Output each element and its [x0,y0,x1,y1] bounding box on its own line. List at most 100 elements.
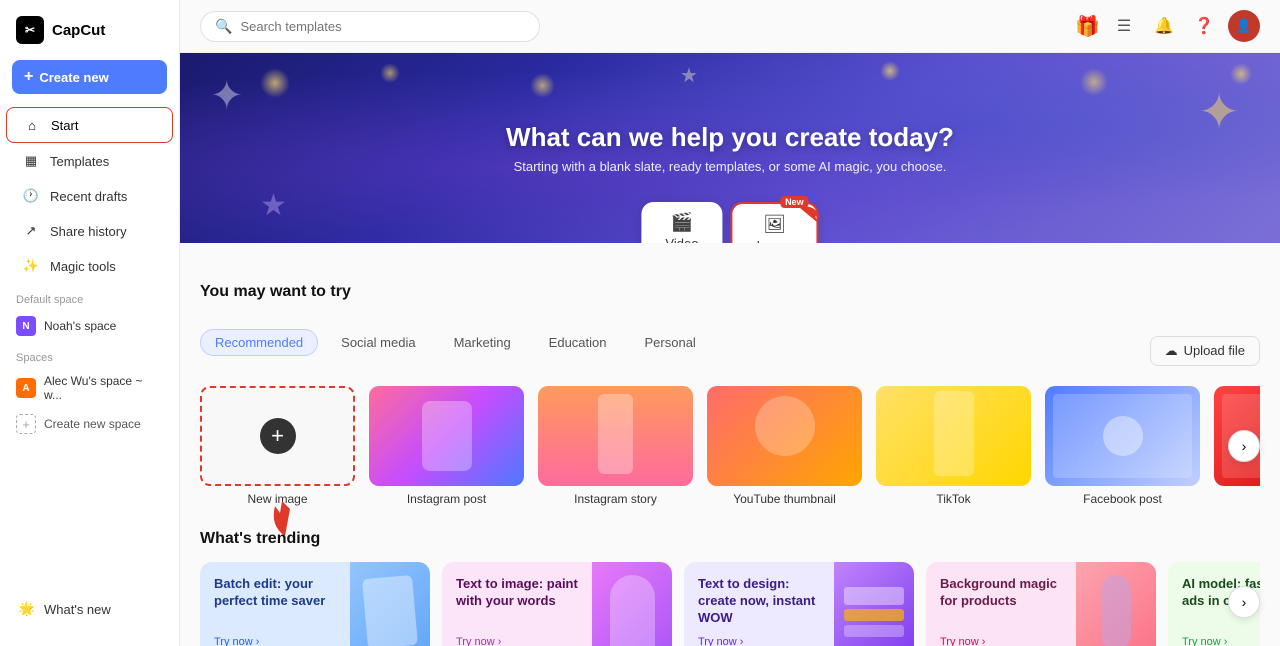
sidebar-item-start[interactable]: ⌂ Start [6,107,173,143]
deco-light [880,61,900,81]
noah-avatar: N [16,316,36,336]
arrow-icon: › [982,636,986,646]
hero-tab-video[interactable]: 🎬 Video [641,202,722,243]
sidebar-item-magic-tools[interactable]: ✨ Magic tools [6,249,173,283]
search-bar[interactable]: 🔍 [200,11,540,42]
template-icon: ▦ [22,152,40,170]
youtube-label: YouTube [1214,492,1260,506]
new-image-red-arrow [260,491,310,541]
thumb-decoration [1053,394,1192,478]
youtube-thumbnail-label: YouTube thumbnail [707,492,862,506]
image-tab-icon: 🖼 [763,214,786,235]
plus-icon: + [24,68,33,86]
sidebar-bottom: 🌟 What's new [0,584,179,634]
video-icon: 🎬 [671,212,693,233]
space-name: Alec Wu's space ~ w... [44,374,163,402]
filter-social-media[interactable]: Social media [326,329,430,356]
try-section-title: You may want to try [200,283,351,301]
facebook-post-card[interactable]: Facebook post [1045,386,1200,506]
filter-tabs: Recommended Social media Marketing Educa… [200,329,711,356]
search-icon: 🔍 [215,18,232,35]
topbar-icons: 🎁 ☰ 🔔 ❓ 👤 [1075,10,1260,42]
hero-banner: ✦ ✦ ★ ★ What can we help you create toda… [180,53,1280,243]
create-new-space-item[interactable]: + Create new space [0,408,179,440]
trending-bg-card[interactable]: Background magic for products Try now › [926,562,1156,646]
sidebar-item-templates[interactable]: ▦ Templates [6,144,173,178]
trending-card-title: Batch edit: your perfect time saver [214,576,336,610]
trending-section: What's trending Batch edit: your perfect… [200,530,1260,646]
youtube-thumbnail-thumb [707,386,862,486]
instagram-story-thumb [538,386,693,486]
upload-file-button[interactable]: ☁ Upload file [1150,336,1260,366]
instagram-post-card[interactable]: Instagram post [369,386,524,506]
whats-new-icon: 🌟 [18,600,36,618]
whats-new-label: What's new [44,602,111,617]
card-deco [610,575,655,646]
sidebar-item-label: Share history [50,224,127,239]
alec-avatar: A [16,378,36,398]
trending-title: What's trending [200,530,1260,548]
spaces-label: Spaces [0,342,179,368]
new-image-card[interactable]: + New image [200,386,355,506]
trending-card-title: Text to image: paint with your words [456,576,578,610]
help-button[interactable]: ❓ [1188,10,1220,42]
alec-space-item[interactable]: A Alec Wu's space ~ w... [0,368,179,408]
grid-button[interactable]: ☰ [1108,10,1140,42]
thumb-decoration [422,401,472,471]
facebook-post-label: Facebook post [1045,492,1200,506]
noah-space-item[interactable]: N Noah's space [0,310,179,342]
deco-light [260,68,290,98]
youtube-thumbnail-card[interactable]: YouTube thumbnail [707,386,862,506]
try-section-header: You may want to try [200,283,1260,315]
sidebar-item-share-history[interactable]: ↗ Share history [6,214,173,248]
template-cards-row: + New image Instagram post [200,386,1260,506]
sidebar-nav: ⌂ Start ▦ Templates 🕐 Recent drafts ↗ Sh… [0,106,179,284]
try-now-label[interactable]: Try now › [698,636,820,646]
firework-right: ✦ [1198,83,1240,141]
deco-light [1230,63,1252,85]
filter-education[interactable]: Education [534,329,622,356]
instagram-post-label: Instagram post [369,492,524,506]
trending-card-image [350,562,430,646]
try-now-label[interactable]: Try now › [214,636,336,646]
facebook-post-thumb [1045,386,1200,486]
trending-text2design-card[interactable]: Text to design: create now, instant WOW … [684,562,914,646]
whats-new-item[interactable]: 🌟 What's new [6,592,173,626]
trending-next-button[interactable]: › [1228,586,1260,618]
bell-button[interactable]: 🔔 [1148,10,1180,42]
arrow-icon: › [1224,636,1228,646]
logo-area: ✂ CapCut [0,12,179,60]
deco-light [1080,68,1108,96]
hero-text-block: What can we help you create today? Start… [506,122,954,174]
filter-marketing[interactable]: Marketing [439,329,526,356]
sidebar-item-recent-drafts[interactable]: 🕐 Recent drafts [6,179,173,213]
default-space-label: Default space [0,284,179,310]
tiktok-card[interactable]: TikTok [876,386,1031,506]
try-now-label[interactable]: Try now › [1182,636,1260,646]
trending-card-image [834,562,914,646]
trending-card-title: Text to design: create now, instant WOW [698,576,820,627]
trending-text2img-card[interactable]: Text to image: paint with your words Try… [442,562,672,646]
deco-light [530,73,555,98]
gift-button[interactable]: 🎁 [1075,14,1100,39]
deco-star: ★ [260,188,287,223]
card-deco2 [844,609,904,621]
instagram-story-card[interactable]: Instagram story [538,386,693,506]
filter-recommended[interactable]: Recommended [200,329,318,356]
magic-icon: ✨ [22,257,40,275]
user-avatar[interactable]: 👤 [1228,10,1260,42]
trending-batch-card[interactable]: Batch edit: your perfect time saver Try … [200,562,430,646]
home-icon: ⌂ [23,116,41,134]
try-now-label[interactable]: Try now › [940,636,1062,646]
instagram-story-label: Instagram story [538,492,693,506]
cards-next-button[interactable]: › [1228,430,1260,462]
topbar: 🔍 🎁 ☰ 🔔 ❓ 👤 [180,0,1280,53]
create-new-button[interactable]: + Create new [12,60,167,94]
filter-personal[interactable]: Personal [630,329,711,356]
hero-title: What can we help you create today? [506,122,954,153]
search-input[interactable] [240,19,525,34]
upload-icon: ☁ [1165,343,1178,359]
arrow-icon: › [498,636,502,646]
trending-wrapper: Batch edit: your perfect time saver Try … [200,562,1260,646]
try-now-label[interactable]: Try now › [456,636,578,646]
